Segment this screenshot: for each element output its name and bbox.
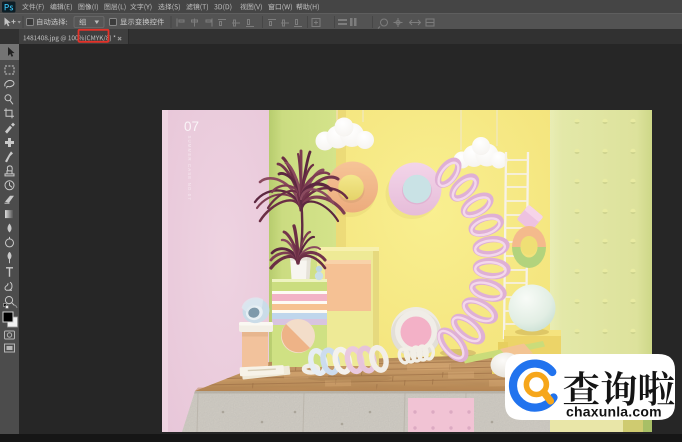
svg-text:SUMMER CASE NO.07: SUMMER CASE NO.07	[187, 136, 192, 201]
svg-text:07: 07	[184, 119, 199, 134]
svg-text:chaxunla.com: chaxunla.com	[566, 404, 662, 420]
